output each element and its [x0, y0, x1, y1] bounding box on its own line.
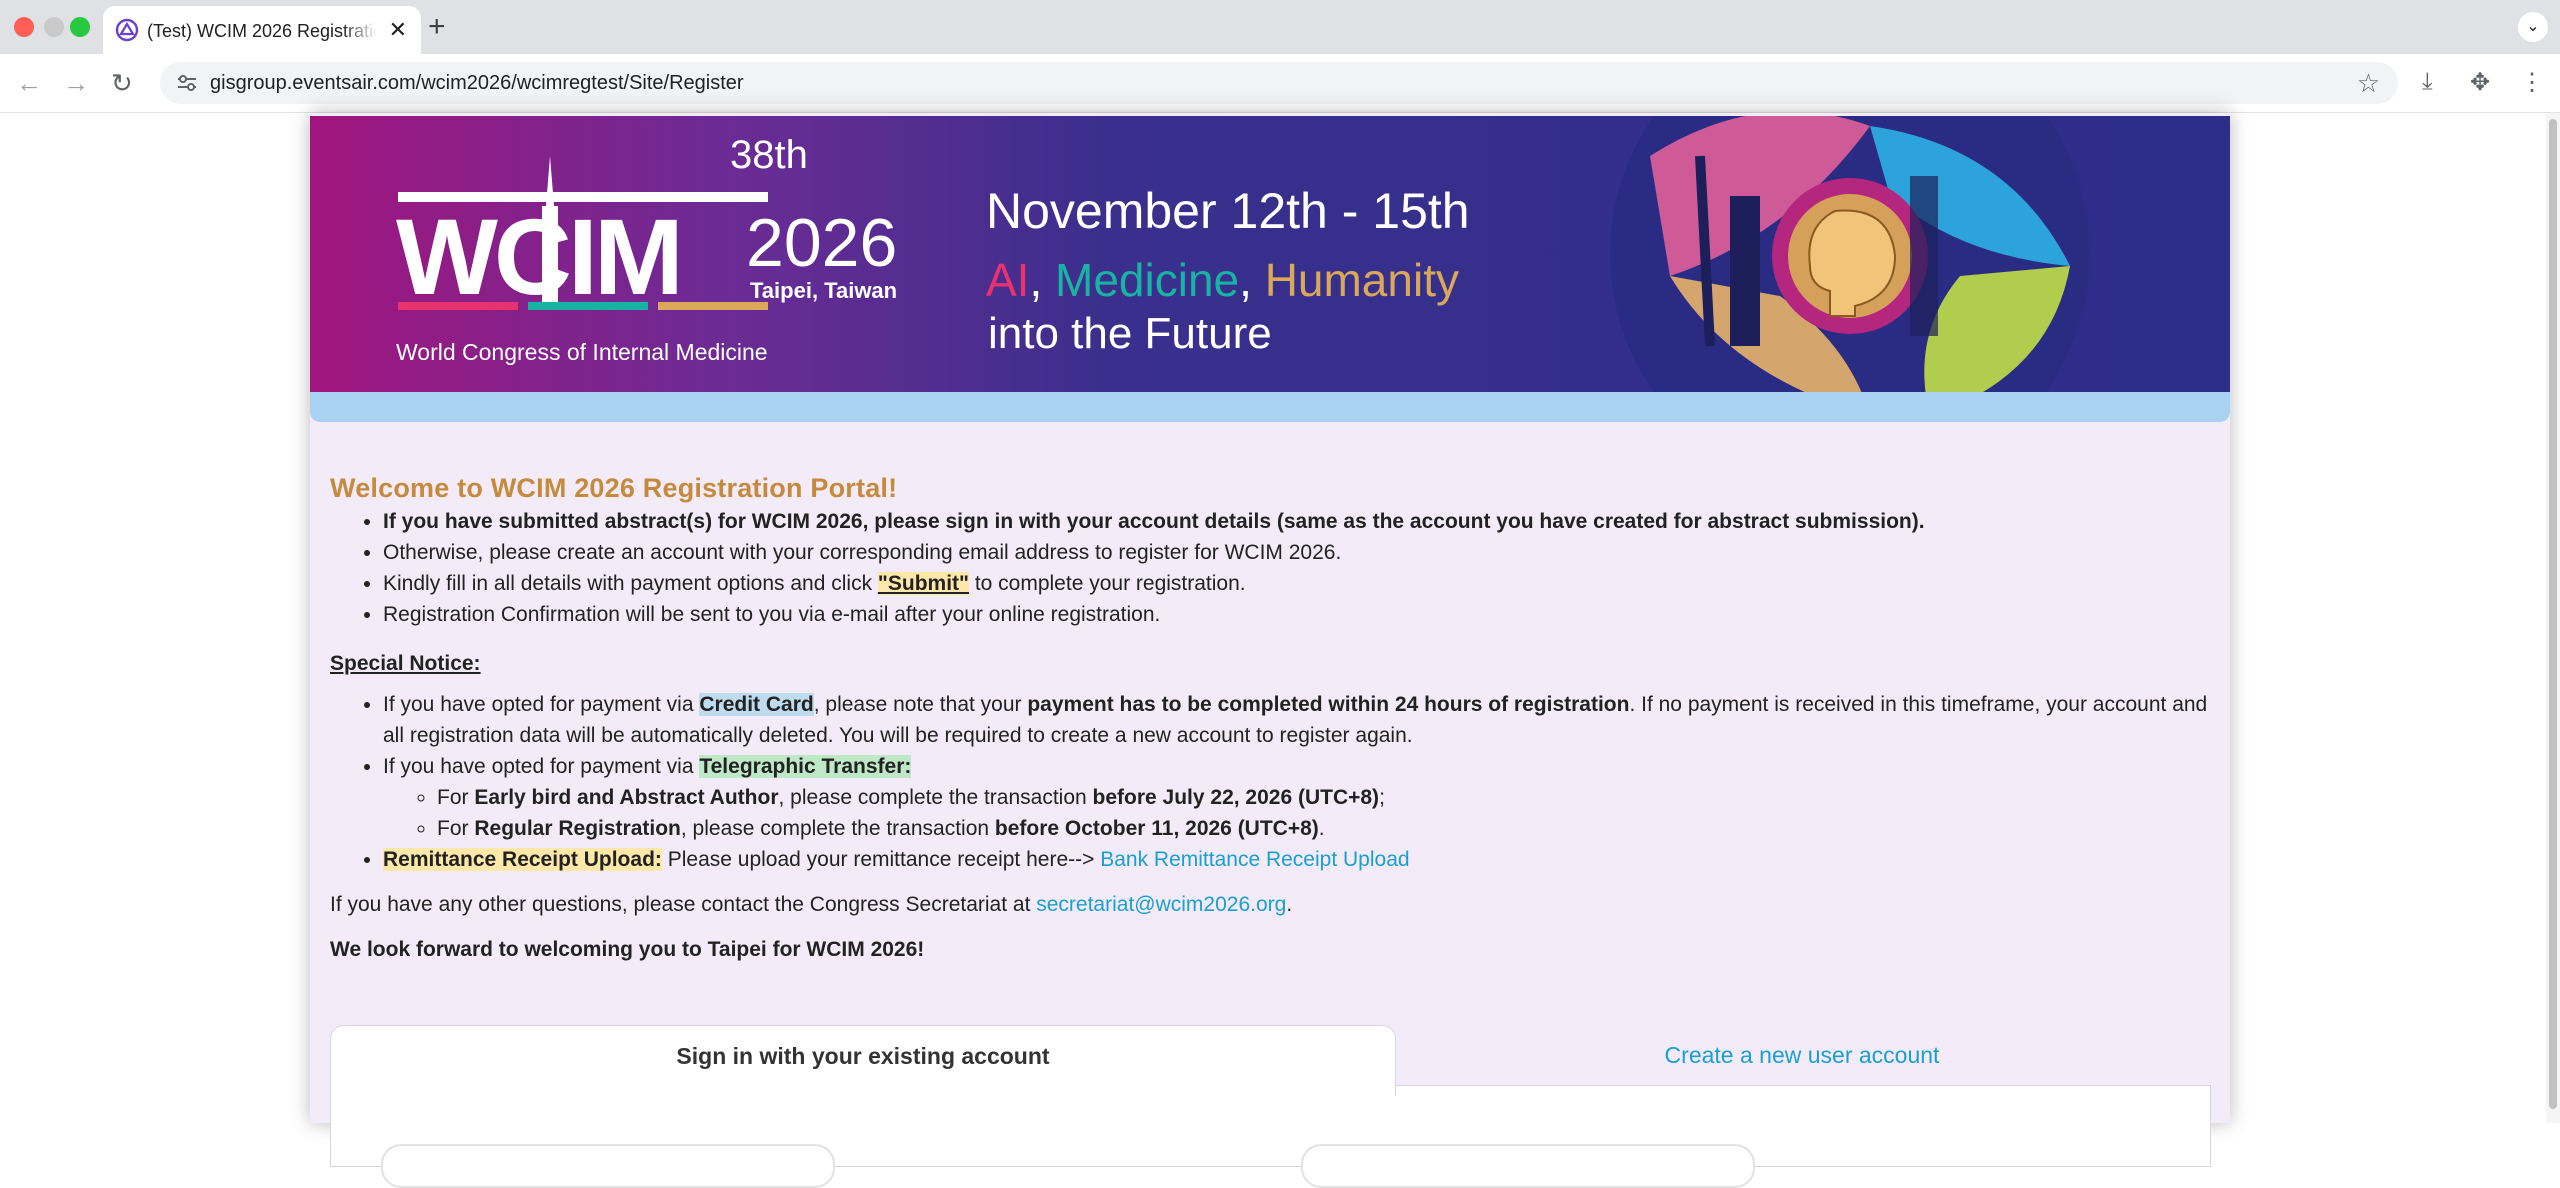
credit-card-highlight: Credit Card	[699, 693, 814, 716]
list-item: For Regular Registration, please complet…	[437, 813, 2210, 844]
secretariat-email-link[interactable]: secretariat@wcim2026.org	[1036, 893, 1286, 916]
list-item: If you have opted for payment via Telegr…	[383, 751, 2210, 844]
globe-artwork-icon	[1610, 116, 2090, 392]
list-item: If you have opted for payment via Credit…	[383, 689, 2210, 751]
maximize-window-button[interactable]	[70, 17, 90, 37]
account-tabs: Sign in with your existing account Creat…	[330, 1025, 2211, 1188]
site-info-icon[interactable]	[176, 73, 198, 93]
list-item: Otherwise, please create an account with…	[383, 537, 2210, 568]
minimize-window-button[interactable]	[44, 17, 64, 37]
contact-text: If you have any other questions, please …	[330, 893, 1293, 916]
theme-tail: into the Future	[988, 309, 1272, 358]
edition-label: 38th	[730, 133, 808, 177]
back-icon[interactable]: ←	[16, 68, 42, 98]
tab-signin[interactable]: Sign in with your existing account	[330, 1025, 1396, 1096]
tab-title: (Test) WCIM 2026 Registration	[147, 21, 377, 41]
intro-list: If you have submitted abstract(s) for WC…	[330, 506, 2210, 630]
scrollbar-thumb[interactable]	[2549, 119, 2557, 1109]
logo-location: Taipei, Taiwan	[750, 278, 897, 303]
close-window-button[interactable]	[14, 17, 34, 37]
wcim-banner: 38th WCIM 2026 Taipei, Taiwan World Cong…	[310, 116, 2230, 392]
special-notice-heading: Special Notice:	[330, 652, 481, 675]
tab-search-chevron-icon[interactable]: ⌄	[2518, 12, 2548, 42]
theme-ai: AI	[986, 254, 1029, 306]
bookmark-star-icon[interactable]: ☆	[2357, 68, 2380, 99]
forward-icon[interactable]: →	[63, 68, 89, 98]
list-item: For Early bird and Abstract Author, plea…	[437, 782, 2210, 813]
tab-close-icon[interactable]: ✕	[389, 17, 407, 43]
remittance-highlight: Remittance Receipt Upload:	[383, 848, 662, 871]
congress-name: World Congress of Internal Medicine	[396, 339, 768, 365]
event-dates: November 12th - 15th	[986, 183, 1470, 239]
registration-intro: Welcome to WCIM 2026 Registration Portal…	[330, 473, 2210, 965]
address-bar[interactable]: gisgroup.eventsair.com/wcim2026/wcimregt…	[160, 62, 2398, 104]
browser-tab-bar: (Test) WCIM 2026 Registration ✕ + ⌄	[0, 0, 2560, 54]
create-field[interactable]	[1301, 1144, 1755, 1188]
list-item: Remittance Receipt Upload: Please upload…	[383, 844, 2210, 875]
url-text[interactable]: gisgroup.eventsair.com/wcim2026/wcimregt…	[210, 72, 744, 95]
tab-create-account[interactable]: Create a new user account	[1394, 1025, 2210, 1085]
event-theme: AI, Medicine, Humanity	[986, 254, 1459, 306]
theme-humanity: Humanity	[1265, 254, 1459, 306]
logo-text: WCIM	[396, 196, 680, 317]
welcome-heading: Welcome to WCIM 2026 Registration Portal…	[330, 473, 898, 503]
banner-divider-bar	[310, 392, 2230, 422]
submit-highlight: "Submit"	[877, 572, 969, 595]
page-scrollbar[interactable]	[2546, 113, 2560, 1123]
download-icon[interactable]: ⤓	[2422, 68, 2433, 96]
closing-text: We look forward to welcoming you to Taip…	[330, 938, 925, 961]
reload-icon[interactable]: ↻	[111, 68, 133, 98]
account-panel	[330, 1085, 2211, 1188]
bank-remittance-upload-link[interactable]: Bank Remittance Receipt Upload	[1100, 848, 1409, 871]
page-viewport: 38th WCIM 2026 Taipei, Taiwan World Cong…	[0, 113, 2546, 1188]
menu-icon[interactable]: ⋮	[2520, 68, 2544, 97]
eventsair-favicon-icon	[115, 18, 139, 42]
list-item: If you have submitted abstract(s) for WC…	[383, 506, 2210, 537]
notice-list: If you have opted for payment via Credit…	[330, 689, 2210, 875]
new-tab-button[interactable]: +	[428, 10, 446, 44]
signin-field[interactable]	[381, 1144, 835, 1188]
logo-year: 2026	[746, 205, 897, 281]
transfer-deadlines: For Early bird and Abstract Author, plea…	[383, 782, 2210, 844]
browser-tab-active[interactable]: (Test) WCIM 2026 Registration ✕	[103, 6, 421, 54]
telegraphic-transfer-highlight: Telegraphic Transfer:	[699, 755, 912, 778]
list-item: Kindly fill in all details with payment …	[383, 568, 2210, 599]
browser-toolbar: ← → ↻ gisgroup.eventsair.com/wcim2026/wc…	[0, 54, 2560, 113]
list-item: Registration Confirmation will be sent t…	[383, 599, 2210, 630]
extensions-icon[interactable]: ✥	[2470, 68, 2490, 97]
registration-container: 38th WCIM 2026 Taipei, Taiwan World Cong…	[310, 113, 2230, 1188]
theme-medicine: Medicine	[1055, 254, 1239, 306]
